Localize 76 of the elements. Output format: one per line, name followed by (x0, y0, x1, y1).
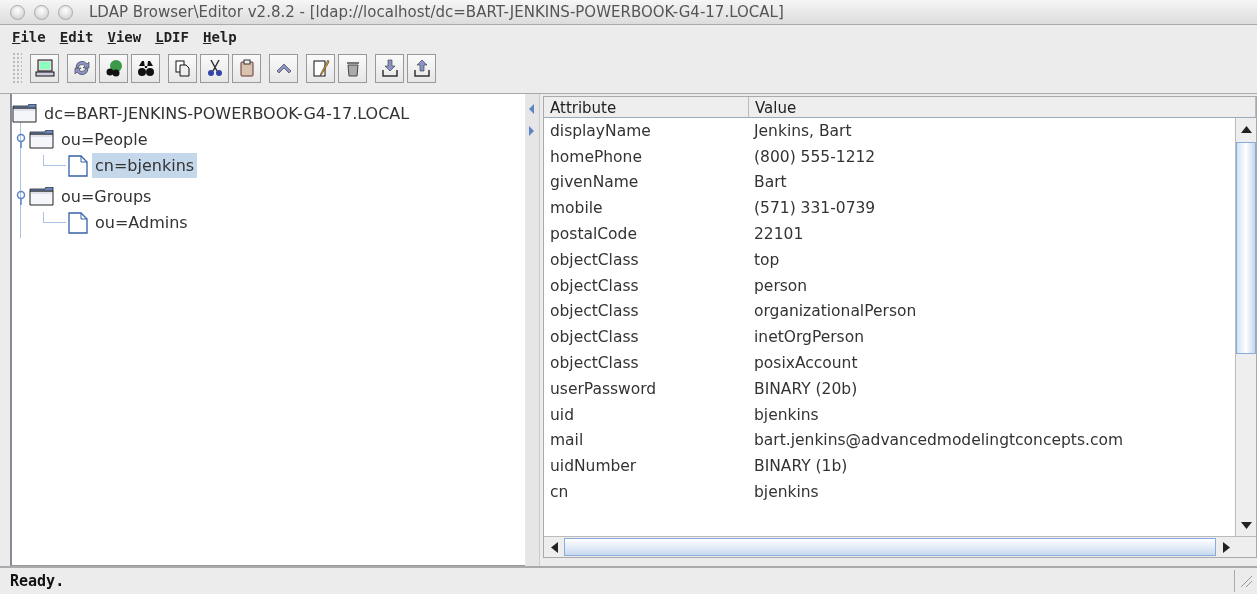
table-cell-text: top (753, 250, 781, 269)
table-cell-text: objectClass (549, 302, 640, 321)
table-cell-text: (800) 555-1212 (753, 147, 877, 166)
download-tray-icon (379, 58, 400, 78)
vertical-scrollbar[interactable] (1235, 118, 1256, 536)
table-cell-text: posixAccount (753, 354, 859, 373)
table-cell-text: BINARY (1b) (753, 457, 849, 476)
pencil-note-icon (310, 58, 331, 78)
table-cell-text: Bart (753, 173, 788, 192)
menu-item[interactable]: LDIF (155, 29, 189, 45)
column-header[interactable]: Value (749, 97, 1256, 117)
scissors-button[interactable] (200, 53, 229, 83)
upload-tray-button[interactable] (407, 53, 436, 83)
computer-button[interactable] (30, 53, 59, 83)
table-cell-text: BINARY (20b) (753, 379, 859, 398)
horizontal-scrollbar[interactable] (544, 536, 1256, 557)
table-cell-text: uid (549, 405, 575, 424)
table-cell-text: bart.jenkins@advancedmodelingtconcepts.com (753, 431, 1124, 450)
document-icon (68, 154, 88, 177)
table-cell-text: bjenkins (753, 405, 820, 424)
table-cell-text: objectClass (549, 276, 640, 295)
expanded-handle-icon[interactable] (15, 188, 27, 205)
binoculars-button[interactable] (131, 53, 160, 83)
menu-item[interactable]: View (107, 29, 142, 45)
expanded-handle-icon[interactable] (15, 131, 27, 148)
download-tray-button[interactable] (375, 53, 404, 83)
tree-item[interactable]: cn=bjenkins (92, 153, 198, 178)
table-cell-text: organizationalPerson (753, 302, 918, 321)
menu-item[interactable]: Help (202, 29, 237, 45)
document-icon (68, 211, 88, 234)
tree-item[interactable]: ou=Admins (92, 210, 191, 235)
table-cell-text: objectClass (549, 250, 640, 269)
upload-tray-icon (411, 58, 432, 78)
trash-button[interactable] (338, 53, 367, 83)
table-cell-text: displayName (549, 121, 652, 140)
folder-icon (29, 130, 54, 149)
menu-item[interactable]: File (12, 29, 46, 45)
pencil-note-button[interactable] (306, 53, 335, 83)
tree-item[interactable]: ou=Groups (58, 184, 155, 209)
globe-binoculars-button[interactable] (99, 53, 128, 83)
copy-button[interactable] (168, 53, 197, 83)
table-cell-text: homePhone (549, 147, 643, 166)
tree-item[interactable]: ou=People (58, 127, 151, 152)
menu-item[interactable]: Edit (59, 29, 94, 45)
refresh-arrows-button[interactable] (67, 53, 96, 83)
table-cell-text: objectClass (549, 328, 640, 347)
tree-item[interactable]: dc=BART-JENKINS-POWERBOOK-G4-17.LOCAL (41, 101, 413, 126)
scroll-thumb[interactable] (564, 538, 1216, 556)
table-cell-text: userPassword (549, 379, 658, 398)
table-cell-text: bjenkins (753, 483, 820, 502)
computer-icon (34, 58, 55, 78)
table-cell-text: inetOrgPerson (753, 328, 865, 347)
column-header[interactable]: Attribute (544, 97, 749, 117)
table-cell-text: postalCode (549, 225, 638, 244)
table-cell-text: mail (549, 431, 585, 450)
copy-icon (172, 58, 193, 78)
scroll-thumb[interactable] (1236, 142, 1256, 354)
refresh-arrows-icon (71, 58, 92, 78)
binoculars-icon (135, 58, 156, 78)
status-text: Ready. (10, 572, 65, 590)
table-cell-text: person (753, 276, 809, 295)
table-cell-text: 22101 (753, 225, 805, 244)
tree-connector-line (43, 155, 66, 166)
table-cell-text: mobile (549, 199, 604, 218)
folder-icon (29, 187, 54, 206)
table-cell-text: (571) 331-0739 (753, 199, 877, 218)
tree-connector-line (43, 212, 66, 223)
window-title: LDAP Browser\Editor v2.8.2 - [ldap://localhost/dc=BART-JENKINS-POWERBOOK-G4-17.LOCAL] (89, 3, 784, 21)
toolbar-grip[interactable] (12, 52, 22, 84)
table-cell-text: givenName (549, 173, 640, 192)
table-cell-text: cn (549, 483, 570, 502)
table-cell-text: objectClass (549, 354, 640, 373)
table-cell-text: uidNumber (549, 457, 638, 476)
table-cell-text: Jenkins, Bart (752, 121, 853, 140)
caret-up-button[interactable] (269, 53, 298, 83)
clipboard-button[interactable] (232, 53, 261, 83)
